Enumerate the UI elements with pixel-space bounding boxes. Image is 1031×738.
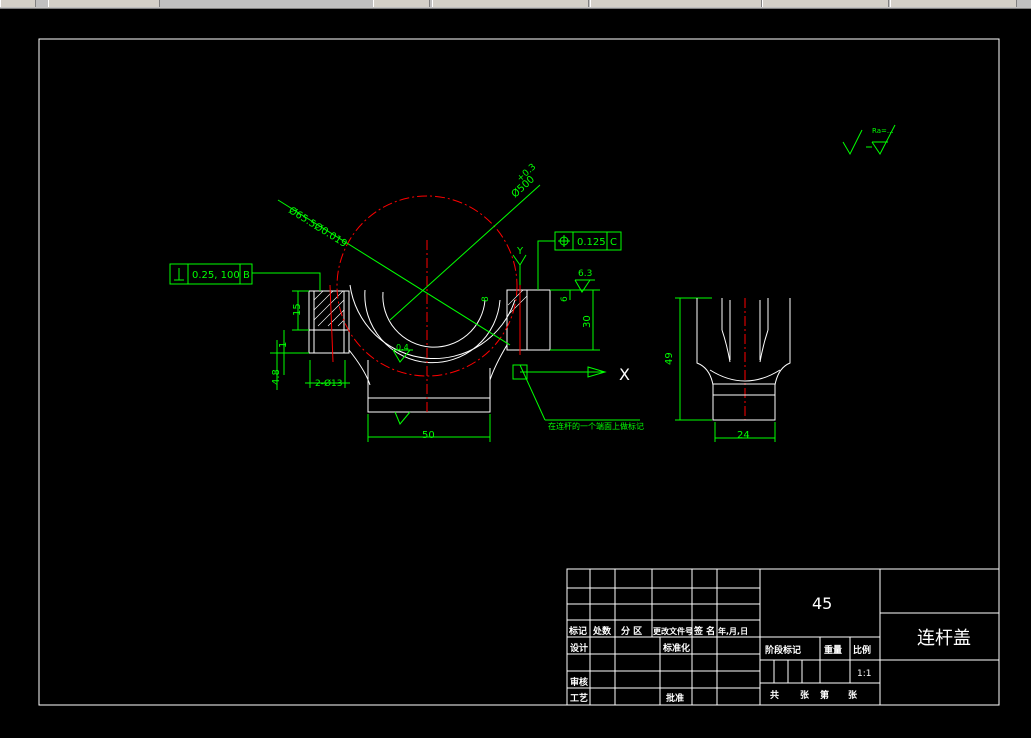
approve-label: 批准 bbox=[666, 692, 684, 704]
gdt-perp-datum: B bbox=[243, 270, 250, 281]
rev-header-date: 年,月,日 bbox=[718, 626, 748, 636]
layer-dropdown[interactable] bbox=[432, 0, 589, 7]
toolbar-strip bbox=[0, 0, 1031, 9]
dim-30-text: 30 bbox=[582, 315, 593, 328]
sheet-num-label: 第 bbox=[820, 689, 829, 701]
rev-header-sign: 签 名 bbox=[693, 625, 715, 637]
dim-50-text: 50 bbox=[422, 430, 435, 441]
cad-drawing: Ø65.5Ø0.019 Ø500 +0.3 0.25, 100 B 0.125 … bbox=[38, 38, 1000, 706]
dim-6-3-text: 6.3 bbox=[578, 269, 592, 279]
rev-header-docno: 更改文件号 bbox=[653, 626, 693, 636]
leader-note-text: 在连杆的一个端面上做标记 bbox=[548, 421, 644, 431]
left-boss bbox=[308, 290, 350, 354]
toolbar-button-group[interactable] bbox=[48, 0, 160, 7]
centerlines bbox=[329, 195, 746, 420]
axis-x-label: X bbox=[619, 365, 630, 384]
review-label: 审核 bbox=[570, 676, 588, 688]
weight-label: 重量 bbox=[824, 644, 842, 656]
dim-6-text: 6 bbox=[560, 296, 570, 302]
scale-value: 1:1 bbox=[857, 669, 871, 679]
part-name-text: 连杆盖 bbox=[917, 628, 971, 649]
toolbar-button[interactable] bbox=[0, 0, 36, 7]
rev-header-mark: 标记 bbox=[568, 625, 587, 637]
left-fillet bbox=[348, 349, 371, 386]
front-view bbox=[308, 284, 551, 413]
dim-4-8-text: 4.8 bbox=[271, 369, 282, 385]
dim-24-text: 24 bbox=[737, 430, 750, 441]
gdt-pos-datum: C bbox=[610, 237, 617, 248]
color-dropdown[interactable] bbox=[590, 0, 762, 7]
dim-15-text: 15 bbox=[292, 303, 303, 316]
sheet-unit2-label: 张 bbox=[848, 689, 858, 701]
linetype-dropdown[interactable] bbox=[762, 0, 889, 7]
drawing-canvas[interactable]: Ø65.5Ø0.019 Ø500 +0.3 0.25, 100 B 0.125 … bbox=[0, 9, 1031, 733]
finish-note-text: Ra=... bbox=[872, 127, 894, 135]
toolbar-button-group[interactable] bbox=[373, 0, 430, 7]
process-label: 工艺 bbox=[570, 692, 588, 704]
annotation-texts: Ø65.5Ø0.019 Ø500 +0.3 0.25, 100 B 0.125 … bbox=[192, 127, 894, 441]
gdt-perp-value: 0.25, 100 bbox=[192, 270, 240, 281]
dim-holes-text: 2-Ø13 bbox=[315, 378, 343, 389]
base-block bbox=[367, 360, 491, 413]
sheet-border bbox=[38, 38, 1000, 706]
standardize-label: 标准化 bbox=[662, 642, 690, 654]
scale-label: 比例 bbox=[853, 644, 871, 656]
dimensions bbox=[252, 124, 896, 442]
stage-mark-label: 阶段标记 bbox=[765, 644, 801, 656]
gdt-pos-value: 0.125 bbox=[577, 237, 606, 248]
side-view bbox=[696, 298, 791, 421]
dim-1-text: 1 bbox=[278, 342, 289, 348]
dim-bore-text: Ø65.5Ø0.019 bbox=[286, 204, 349, 249]
dim-8-text: 8 bbox=[481, 296, 491, 302]
material-text: 45 bbox=[812, 594, 832, 613]
dim-49-text: 49 bbox=[664, 352, 675, 365]
axis-y-label: Y bbox=[516, 246, 524, 257]
axis-labels: X bbox=[619, 365, 630, 384]
rev-header-count: 处数 bbox=[592, 625, 612, 637]
right-fillet bbox=[489, 344, 508, 381]
dim-0-4-text: 0.4 bbox=[396, 343, 409, 352]
sheet-unit-label: 张 bbox=[800, 689, 810, 701]
rev-header-zone: 分 区 bbox=[621, 625, 642, 637]
total-sheets-label: 共 bbox=[770, 689, 779, 701]
design-label: 设计 bbox=[570, 642, 588, 654]
lineweight-dropdown[interactable] bbox=[890, 0, 1017, 7]
